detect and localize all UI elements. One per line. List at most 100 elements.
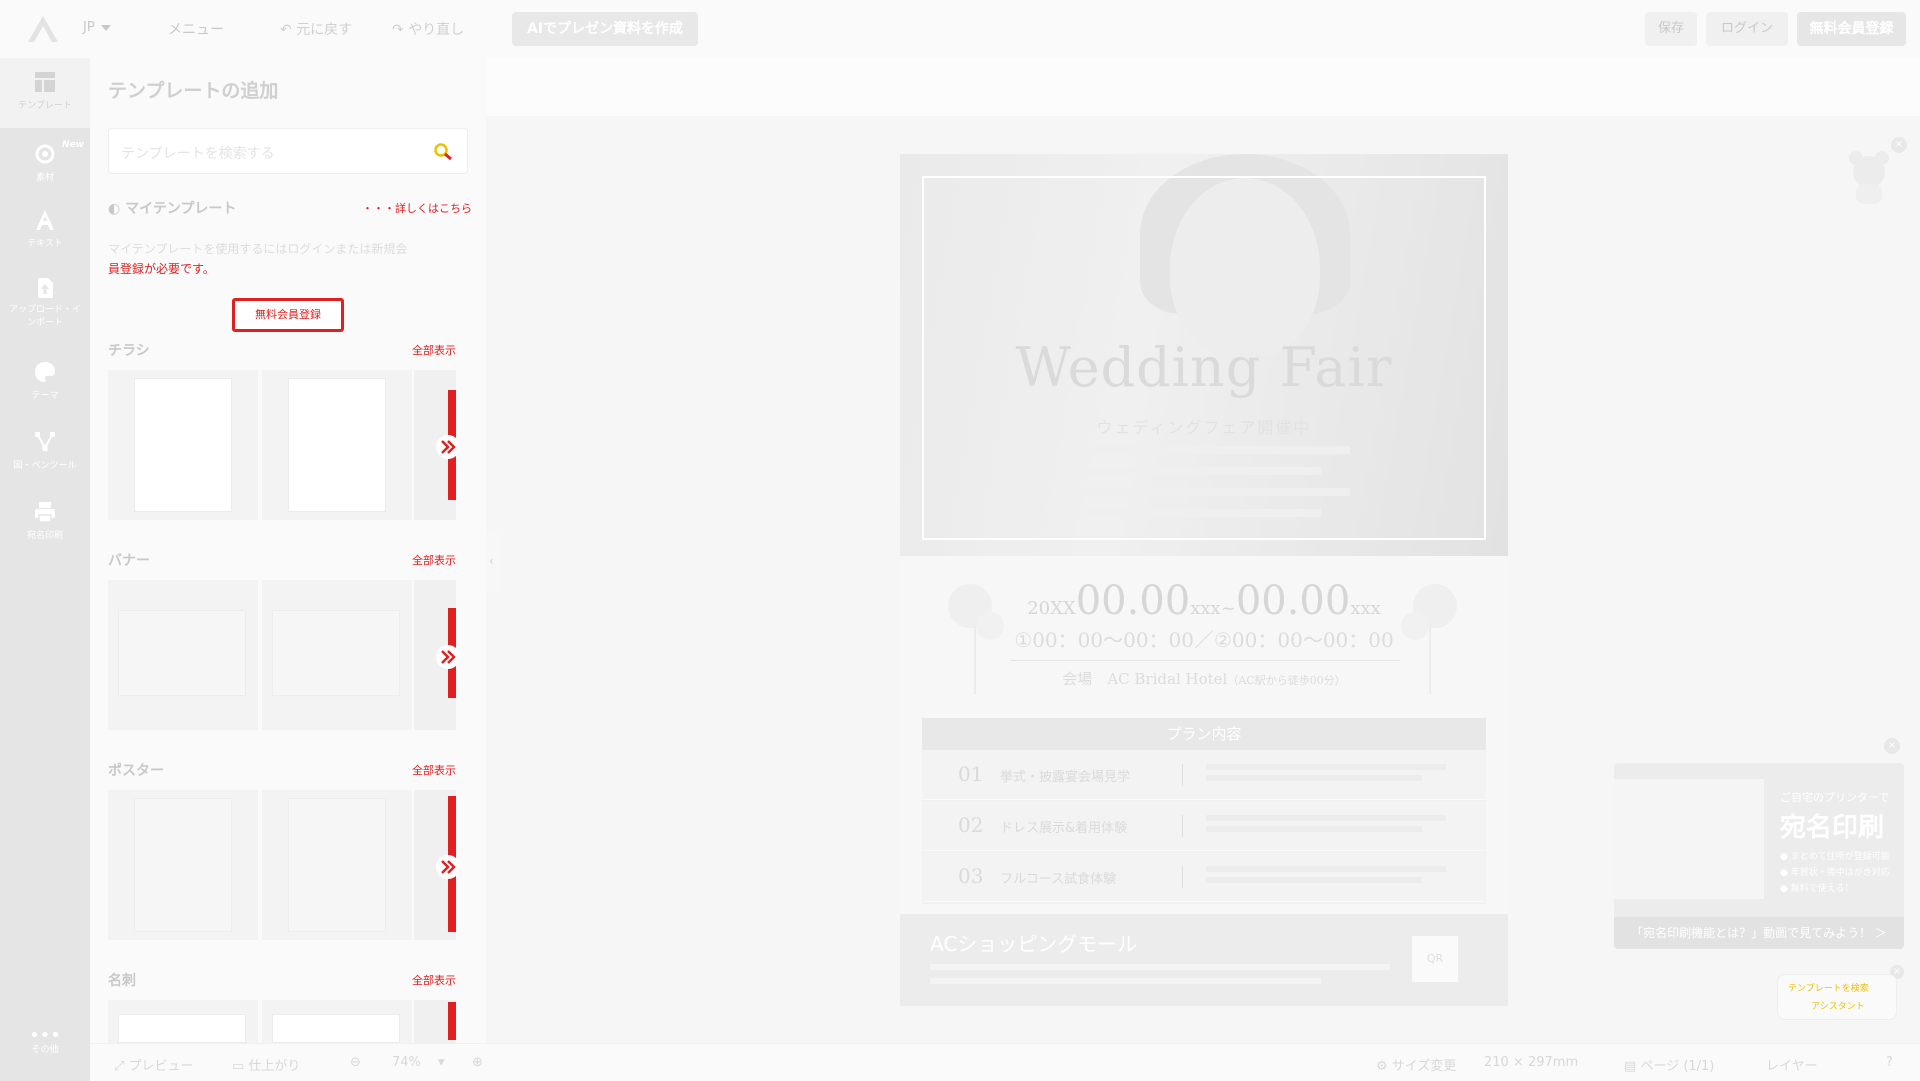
template-thumb-peek[interactable] bbox=[414, 1000, 456, 1043]
scroll-right-arrow-icon[interactable] bbox=[435, 644, 461, 670]
preview-label: プレビュー bbox=[128, 1059, 194, 1074]
preview-button[interactable]: ⤢ プレビュー bbox=[114, 1055, 194, 1074]
app-logo-icon[interactable] bbox=[26, 14, 60, 44]
scroll-right-arrow-icon[interactable] bbox=[435, 434, 461, 460]
close-icon[interactable]: × bbox=[1891, 137, 1907, 153]
new-badge: New bbox=[62, 140, 84, 150]
status-bar: ⤢ プレビュー ▭ 仕上がり ⊖ 74% ▾ ⊕ ⚙ サイズ変更 210 × 2… bbox=[90, 1043, 1920, 1081]
my-templates-register-button[interactable]: 無料会員登録 bbox=[232, 298, 344, 332]
ai-presentation-button[interactable]: AIでプレゼン資料を作成 bbox=[512, 12, 698, 46]
template-thumb[interactable] bbox=[108, 580, 258, 730]
palette-small-icon: ◐ bbox=[108, 201, 126, 217]
rail-item-address-print[interactable]: 宛名印刷 bbox=[0, 500, 90, 558]
venue[interactable]: 会場 AC Bridal Hotel（AC駅から徒歩00分） bbox=[900, 668, 1508, 689]
template-thumb[interactable] bbox=[108, 790, 258, 940]
template-thumb[interactable] bbox=[108, 370, 258, 520]
gear-icon bbox=[35, 144, 55, 164]
redo-button[interactable]: ↷ やり直し bbox=[392, 19, 464, 39]
rail-item-materials[interactable]: New 素材 bbox=[0, 138, 90, 198]
hero-photo[interactable]: Wedding Fair ウェディングフェア開催中 bbox=[900, 154, 1508, 556]
rail-item-more[interactable]: ••• その他 bbox=[0, 1025, 90, 1056]
help-icon[interactable]: ? bbox=[1886, 1055, 1893, 1070]
event-time[interactable]: ①00：00～00：00／②00：00～00：00 bbox=[900, 624, 1508, 653]
document-page[interactable]: Wedding Fair ウェディングフェア開催中 20XX00.00xxx~0… bbox=[900, 154, 1508, 1006]
thumb-preview bbox=[118, 1014, 246, 1043]
chevron-left-icon: ‹ bbox=[489, 554, 494, 568]
rail-item-pen-tool[interactable]: 図・ペンツール bbox=[0, 430, 90, 488]
zoom-out-icon[interactable]: ⊖ bbox=[350, 1055, 361, 1070]
wedding-subtitle[interactable]: ウェディングフェア開催中 bbox=[900, 414, 1508, 438]
more-dots-icon: ••• bbox=[29, 1025, 61, 1046]
size-change-button[interactable]: ⚙ サイズ変更 bbox=[1376, 1055, 1456, 1074]
gear-icon: ⚙ bbox=[1376, 1059, 1392, 1074]
plan-name: フルコース試食体験 bbox=[1000, 872, 1117, 887]
chevron-down-icon[interactable]: ▾ bbox=[438, 1055, 445, 1070]
save-button[interactable]: 保存 bbox=[1645, 12, 1697, 46]
palette-icon bbox=[35, 362, 55, 382]
template-thumb[interactable] bbox=[262, 370, 412, 520]
ad-heading-small: ご自宅のプリンターで bbox=[1780, 791, 1890, 804]
wedding-title[interactable]: Wedding Fair bbox=[900, 336, 1508, 399]
rail-label: 図・ペンツール bbox=[13, 461, 77, 471]
template-search-input[interactable]: テンプレートを検索する bbox=[108, 128, 468, 174]
address-print-ad[interactable]: ご自宅のプリンターで 宛名印刷 ● まとめて住所が登録可能 ● 年賀状・喪中はが… bbox=[1614, 763, 1904, 949]
show-all-flyer-link[interactable]: 全部表示 bbox=[412, 342, 456, 358]
rail-item-text[interactable]: テキスト bbox=[0, 208, 90, 268]
ad-cta-link[interactable]: 「宛名印刷機能とは？」動画で見てみよう！ ＞ bbox=[1614, 917, 1904, 949]
plan-number: 03 bbox=[958, 864, 984, 888]
rail-item-template[interactable]: テンプレート bbox=[0, 58, 90, 128]
close-icon[interactable]: × bbox=[1884, 738, 1900, 754]
my-templates-detail-link[interactable]: ・・・詳しくはこちら bbox=[362, 200, 472, 216]
collapse-panel-tab[interactable]: ‹ bbox=[486, 532, 500, 592]
template-thumb[interactable] bbox=[108, 1000, 258, 1043]
page-button[interactable]: ▤ ページ (1/1) bbox=[1624, 1055, 1714, 1074]
register-button[interactable]: 無料会員登録 bbox=[1797, 12, 1906, 46]
layer-button[interactable]: レイヤー bbox=[1766, 1055, 1818, 1074]
page-count: (1/1) bbox=[1683, 1059, 1715, 1074]
show-all-business-card-link[interactable]: 全部表示 bbox=[412, 972, 456, 988]
assistant-bubble[interactable]: テンプレートを検索 アシスタント bbox=[1777, 974, 1897, 1020]
rail-label: 素材 bbox=[35, 173, 54, 183]
ad-bullet: 年賀状・喪中はがき対応 bbox=[1790, 868, 1890, 878]
divider bbox=[1010, 660, 1400, 661]
thumb-preview bbox=[134, 798, 232, 932]
finish-label: 仕上がり bbox=[248, 1059, 301, 1074]
plan-heading: プラン内容 bbox=[922, 718, 1486, 750]
my-templates-description: マイテンプレートを使用するにはログインまたは新規会 員登録が必要です。 bbox=[108, 239, 470, 279]
template-thumb[interactable] bbox=[262, 580, 412, 730]
plan-name: ドレス展示&着用体験 bbox=[1000, 821, 1128, 836]
page-size: 210 × 297mm bbox=[1484, 1055, 1579, 1070]
section-title-poster: ポスター bbox=[108, 763, 164, 779]
mascot-icon[interactable] bbox=[1842, 148, 1896, 206]
language-selector[interactable]: JP bbox=[83, 20, 111, 35]
show-all-banner-link[interactable]: 全部表示 bbox=[412, 552, 456, 568]
template-thumb[interactable] bbox=[262, 1000, 412, 1043]
rail-item-upload[interactable]: アップロード・インポート bbox=[0, 276, 90, 342]
show-all-poster-link[interactable]: 全部表示 bbox=[412, 762, 456, 778]
zoom-level[interactable]: 74% bbox=[392, 1055, 421, 1070]
desc-text: マイテンプレートを使用するにはログインまたは新規会 bbox=[108, 242, 408, 256]
upload-icon bbox=[38, 278, 53, 298]
plan-description-lines bbox=[1206, 764, 1446, 786]
monitor-illustration bbox=[1614, 779, 1764, 899]
search-placeholder: テンプレートを検索する bbox=[121, 146, 275, 162]
template-thumb[interactable] bbox=[262, 790, 412, 940]
thumb-preview bbox=[288, 798, 386, 932]
footer-block[interactable]: ACショッピングモール QR bbox=[900, 914, 1508, 1006]
date-year: 20XX bbox=[1027, 598, 1076, 619]
event-date[interactable]: 20XX00.00xxx~00.00xxx bbox=[900, 578, 1508, 624]
login-button[interactable]: ログイン bbox=[1706, 12, 1788, 46]
page-label: ページ bbox=[1640, 1059, 1680, 1074]
zoom-in-icon[interactable]: ⊕ bbox=[472, 1055, 483, 1070]
rail-item-theme[interactable]: テーマ bbox=[0, 360, 90, 418]
redo-label: やり直し bbox=[408, 22, 465, 38]
finish-view-button[interactable]: ▭ 仕上がり bbox=[232, 1055, 300, 1074]
menu-button[interactable]: メニュー bbox=[168, 19, 224, 39]
undo-button[interactable]: ↶ 元に戻す bbox=[280, 19, 352, 39]
scroll-right-arrow-icon[interactable] bbox=[435, 854, 461, 880]
section-title-banner: バナー bbox=[108, 553, 150, 569]
template-panel: テンプレートの追加 テンプレートを検索する ◐ マイテンプレート ・・・詳しくは… bbox=[90, 58, 486, 1043]
plan-block[interactable]: プラン内容 01 挙式・披露宴会場見学 02 ドレス展示&着用体験 03 フルコ… bbox=[922, 718, 1486, 904]
search-icon[interactable] bbox=[433, 142, 455, 162]
section-title-flyer: チラシ bbox=[108, 343, 150, 359]
